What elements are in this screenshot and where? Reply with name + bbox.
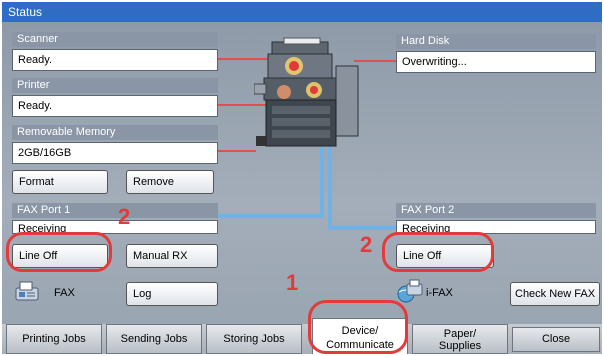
- removable-memory-header: Removable Memory: [12, 125, 218, 140]
- bottom-tab-bar: Printing Jobs Sending Jobs Storing Jobs …: [2, 318, 602, 354]
- status-panel: Scanner Ready. Printer Ready. Removable …: [2, 22, 602, 324]
- hard-disk-status: Overwriting...: [396, 51, 596, 73]
- fax-icon: [15, 281, 39, 301]
- annotation-number-1: 1: [286, 270, 299, 295]
- tab-printing-jobs[interactable]: Printing Jobs: [6, 324, 102, 354]
- tab-paper-supplies-line2: Supplies: [438, 340, 482, 352]
- printer-status: Ready.: [12, 95, 218, 117]
- check-new-fax-button[interactable]: Check New FAX: [510, 282, 600, 306]
- fax-cable-1-horizontal: [218, 214, 324, 218]
- ifax-label: i-FAX: [426, 287, 453, 299]
- ifax-globe-icon: [397, 279, 423, 303]
- scanner-status: Ready.: [12, 49, 218, 71]
- close-button[interactable]: Close: [512, 327, 600, 352]
- tab-paper-supplies-line1: Paper/: [443, 328, 477, 340]
- annotation-oval-fax-port2-line-off: [382, 232, 494, 272]
- fax-cable-2-vertical: [328, 146, 332, 230]
- format-button[interactable]: Format: [12, 170, 108, 194]
- fax-port1-header: FAX Port 1: [12, 203, 218, 218]
- log-button[interactable]: Log: [126, 282, 218, 306]
- annotation-number-2-left: 2: [118, 204, 131, 229]
- annotation-oval-fax-port1-line-off: [6, 232, 112, 272]
- tab-paper-supplies[interactable]: Paper/ Supplies: [412, 324, 508, 354]
- annotation-oval-device-communicate: [308, 300, 408, 354]
- tab-sending-jobs[interactable]: Sending Jobs: [106, 324, 202, 354]
- manual-rx-button[interactable]: Manual RX: [126, 244, 218, 268]
- removable-memory-status: 2GB/16GB: [12, 142, 218, 164]
- hard-disk-header: Hard Disk: [396, 34, 596, 49]
- memory-connector: [218, 150, 256, 152]
- annotation-number-2-right: 2: [360, 232, 373, 257]
- tab-storing-jobs[interactable]: Storing Jobs: [206, 324, 302, 354]
- scanner-header: Scanner: [12, 32, 218, 47]
- fax-cable-2-horizontal: [328, 226, 398, 230]
- fax-port2-header: FAX Port 2: [396, 203, 596, 218]
- fax-cable-1-vertical: [320, 146, 324, 216]
- fax-label: FAX: [54, 287, 75, 299]
- printer-header: Printer: [12, 78, 218, 93]
- window-title: Status: [2, 2, 602, 22]
- remove-button[interactable]: Remove: [126, 170, 214, 194]
- multifunction-printer-icon: [254, 37, 359, 147]
